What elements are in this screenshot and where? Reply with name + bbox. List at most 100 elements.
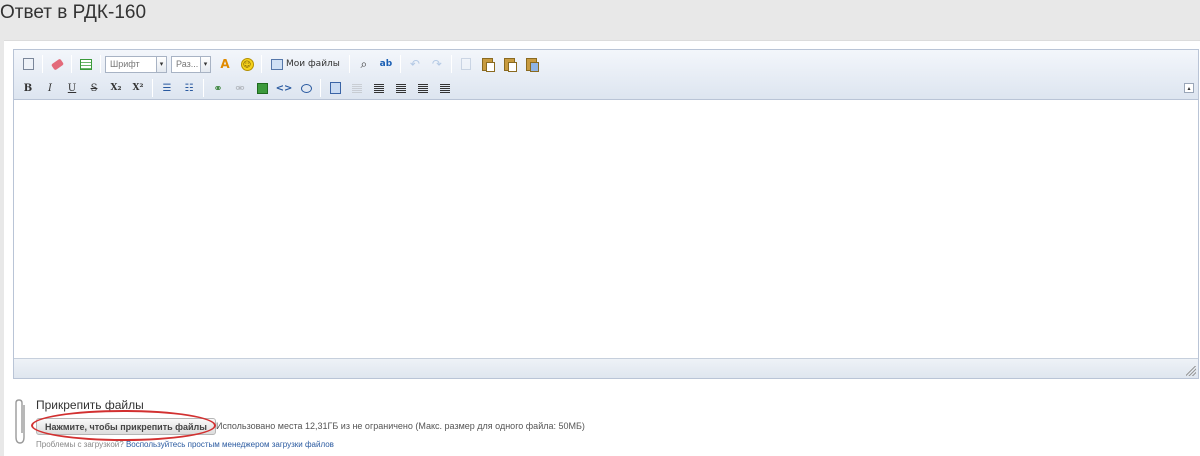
copy-icon	[460, 58, 471, 70]
unlink-icon: ⚮	[235, 81, 245, 95]
italic-icon: I	[48, 82, 52, 94]
redo-icon: ↷	[431, 57, 442, 71]
outdent-icon	[352, 83, 362, 93]
font-select[interactable]: Шрифт ▾	[105, 55, 167, 73]
paste-button[interactable]	[478, 54, 498, 74]
redo-button[interactable]: ↷	[427, 54, 447, 74]
remove-format-button[interactable]	[47, 54, 67, 74]
reply-panel: Шрифт ▾ Раз... ▾ A ☺ Мои файлы ⌕ ab ↶ ↷ …	[4, 40, 1200, 456]
italic-button[interactable]: I	[40, 78, 60, 98]
text-color-icon: A	[220, 57, 230, 71]
table-button[interactable]	[76, 54, 96, 74]
underline-button[interactable]: U	[62, 78, 82, 98]
attach-title: Прикрепить файлы	[36, 398, 144, 412]
toolbar-separator	[42, 55, 43, 73]
strikethrough-button[interactable]: S	[84, 78, 104, 98]
undo-icon: ↶	[409, 57, 420, 71]
toolbar-separator	[203, 79, 204, 97]
collapse-toolbar-button[interactable]: ▴	[1184, 83, 1194, 93]
files-icon	[271, 58, 283, 70]
table-icon	[80, 58, 92, 70]
copy-button[interactable]	[456, 54, 476, 74]
replace-icon: ab	[379, 59, 393, 69]
numbered-list-icon: ☷	[184, 82, 194, 94]
unlink-button[interactable]: ⚮	[230, 78, 250, 98]
attach-files-button[interactable]: Нажмите, чтобы прикрепить файлы	[36, 418, 216, 435]
subscript-button[interactable]: X₂	[106, 78, 126, 98]
strikethrough-icon: S	[90, 82, 98, 94]
paste-word-button[interactable]	[522, 54, 542, 74]
page-title: Ответ в РДК-160	[0, 2, 147, 23]
link-button[interactable]: ⚭	[208, 78, 228, 98]
toolbar-separator	[450, 55, 452, 73]
image-icon	[256, 82, 268, 94]
chevron-down-icon: ▾	[200, 56, 210, 72]
smiley-icon: ☺	[240, 57, 254, 71]
smiley-button[interactable]: ☺	[237, 54, 257, 74]
upload-help-prefix: Проблемы с загрузкой?	[36, 440, 124, 449]
toolbar-separator	[261, 55, 262, 73]
upload-help-line: Проблемы с загрузкой? Воспользуйтесь про…	[36, 440, 334, 449]
resize-handle-icon[interactable]	[1186, 366, 1196, 376]
undo-button[interactable]: ↶	[405, 54, 425, 74]
toolbar-separator	[348, 55, 350, 73]
page-icon	[22, 58, 34, 70]
bullet-list-button[interactable]: ☰	[157, 78, 177, 98]
align-center-icon	[418, 83, 428, 93]
image-button[interactable]	[252, 78, 272, 98]
find-button[interactable]: ⌕	[354, 54, 374, 74]
align-center-button[interactable]	[413, 78, 433, 98]
special-char-button[interactable]	[325, 78, 345, 98]
font-select-value: Шрифт	[110, 59, 140, 69]
align-left-button[interactable]	[391, 78, 411, 98]
document-icon	[329, 82, 341, 94]
source-button[interactable]	[18, 54, 38, 74]
paste-icon	[482, 57, 496, 72]
quota-text: Использовано места 12,31ГБ из не огранич…	[216, 421, 585, 431]
superscript-icon: X²	[132, 83, 144, 93]
superscript-button[interactable]: X²	[128, 78, 148, 98]
bold-button[interactable]: B	[18, 78, 38, 98]
align-right-button[interactable]	[435, 78, 455, 98]
simple-uploader-link[interactable]: Воспользуйтесь простым менеджером загруз…	[126, 440, 334, 449]
align-right-icon	[440, 83, 450, 93]
link-icon: ⚭	[213, 81, 223, 95]
paste-text-icon	[504, 57, 518, 72]
editor-toolbar: Шрифт ▾ Раз... ▾ A ☺ Мои файлы ⌕ ab ↶ ↷ …	[14, 50, 1198, 100]
toolbar-separator	[71, 55, 72, 73]
align-left-icon	[396, 83, 406, 93]
toolbar-row-2: B I U S X₂ X² ☰ ☷ ⚭ ⚮ <>	[18, 77, 457, 99]
outdent-button[interactable]	[347, 78, 367, 98]
chevron-down-icon: ▾	[156, 56, 166, 72]
editor-content-area[interactable]	[14, 101, 1198, 358]
toolbar-separator	[399, 55, 401, 73]
indent-icon	[374, 83, 384, 93]
code-button[interactable]: <>	[274, 78, 294, 98]
code-icon: <>	[275, 82, 293, 94]
numbered-list-button[interactable]: ☷	[179, 78, 199, 98]
paste-word-icon	[526, 57, 540, 72]
subscript-icon: X₂	[110, 83, 122, 93]
bullet-list-icon: ☰	[162, 82, 172, 94]
toolbar-row-1: Шрифт ▾ Раз... ▾ A ☺ Мои файлы ⌕ ab ↶ ↷	[18, 53, 544, 75]
toolbar-separator	[100, 55, 101, 73]
my-files-button[interactable]: Мои файлы	[266, 54, 345, 74]
indent-button[interactable]	[369, 78, 389, 98]
my-files-label: Мои файлы	[286, 59, 340, 69]
toolbar-separator	[152, 79, 153, 97]
bold-icon: B	[23, 82, 33, 94]
speech-bubble-icon	[300, 83, 312, 93]
rich-text-editor: Шрифт ▾ Раз... ▾ A ☺ Мои файлы ⌕ ab ↶ ↷ …	[13, 49, 1199, 379]
size-select-value: Раз...	[176, 59, 199, 69]
size-select[interactable]: Раз... ▾	[171, 55, 211, 73]
paperclip-icon	[15, 399, 25, 444]
replace-button[interactable]: ab	[376, 54, 396, 74]
paste-text-button[interactable]	[500, 54, 520, 74]
toolbar-separator	[320, 79, 321, 97]
quote-button[interactable]	[296, 78, 316, 98]
binoculars-icon: ⌕	[360, 56, 368, 71]
underline-icon: U	[67, 82, 77, 94]
attach-files-section: Прикрепить файлы Нажмите, чтобы прикрепи…	[14, 393, 714, 453]
eraser-icon	[50, 57, 64, 71]
text-color-button[interactable]: A	[215, 54, 235, 74]
